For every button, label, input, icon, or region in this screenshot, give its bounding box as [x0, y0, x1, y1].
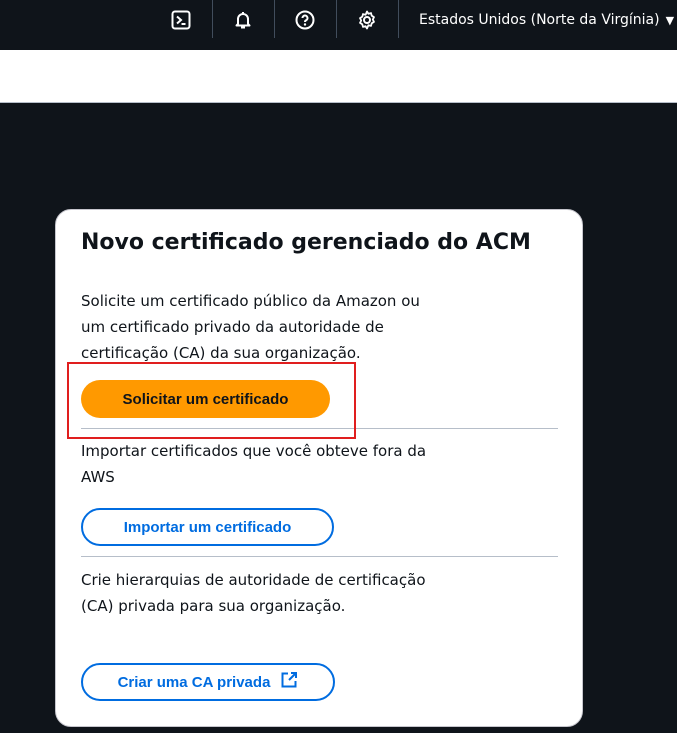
region-selector[interactable]: Estados Unidos (Norte da Virgínia) ▼: [419, 10, 674, 30]
top-navigation-bar: Estados Unidos (Norte da Virgínia) ▼: [0, 0, 677, 50]
highlight-box: [67, 362, 356, 439]
bell-icon: [233, 10, 253, 30]
acm-certificate-card: Novo certificado gerenciado do ACM Solic…: [55, 209, 583, 727]
cloudshell-button[interactable]: [150, 0, 212, 40]
cloudshell-icon: [171, 10, 191, 30]
toolbar-separator: [398, 0, 399, 38]
create-private-ca-label: Criar uma CA privada: [117, 673, 271, 691]
caret-down-icon: ▼: [665, 13, 675, 27]
external-link-icon: [280, 671, 298, 693]
card-title: Novo certificado gerenciado do ACM: [81, 230, 531, 255]
region-label: Estados Unidos (Norte da Virgínia): [419, 12, 660, 28]
gear-icon: [357, 10, 377, 30]
import-certificate-button[interactable]: Importar um certificado: [81, 508, 334, 546]
settings-button[interactable]: [336, 0, 398, 40]
request-certificate-description: Solicite um certificado público da Amazo…: [81, 292, 420, 362]
section-divider: [81, 556, 558, 557]
create-private-ca-button[interactable]: Criar uma CA privada: [81, 663, 335, 701]
header-divider: [0, 102, 677, 103]
support-button[interactable]: [274, 0, 336, 40]
import-certificate-description: Importar certificados que você obteve fo…: [81, 442, 427, 486]
notifications-button[interactable]: [212, 0, 274, 40]
private-ca-description: Crie hierarquias de autoridade de certif…: [81, 571, 426, 615]
breadcrumb-bar: [0, 50, 677, 102]
help-icon: [295, 10, 315, 30]
